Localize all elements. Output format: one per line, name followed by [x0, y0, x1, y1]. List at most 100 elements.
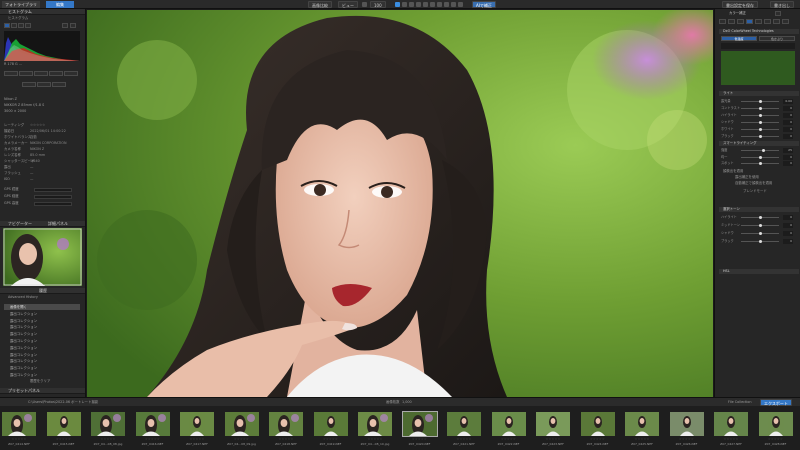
slider-track[interactable]: [741, 240, 779, 243]
local-adjust-icon[interactable]: [423, 2, 428, 7]
filmstrip-thumbnail[interactable]: [91, 412, 125, 436]
rating-stars[interactable]: ☆☆☆☆☆: [314, 437, 348, 441]
rating-stars[interactable]: ☆☆☆☆☆: [625, 437, 659, 441]
rating-stars[interactable]: ☆☆☆☆☆: [759, 437, 793, 441]
history-item[interactable]: 露出コレクション: [4, 358, 80, 364]
slider-knob[interactable]: [762, 149, 766, 152]
rating-stars[interactable]: ☆☆☆☆☆: [47, 437, 81, 441]
filmstrip-thumbnail[interactable]: [180, 412, 214, 436]
gps-input[interactable]: [34, 201, 72, 206]
history-item[interactable]: 露出コレクション: [4, 331, 80, 337]
ai-correct-button[interactable]: AIで補正: [472, 1, 496, 8]
filmstrip-thumbnail[interactable]: [358, 412, 392, 436]
slider-knob[interactable]: [758, 216, 762, 219]
rating-stars[interactable]: ☆☆☆☆☆: [536, 437, 570, 441]
red-channel-button[interactable]: [11, 23, 17, 28]
slider-track[interactable]: [741, 149, 779, 152]
panel-tab-1[interactable]: [719, 19, 726, 24]
panel-tab-5[interactable]: [755, 19, 762, 24]
slider-knob[interactable]: [758, 232, 762, 235]
slider-track[interactable]: [741, 224, 779, 227]
filmstrip-thumbnail[interactable]: [491, 412, 526, 436]
clip-warning-icon-2[interactable]: [70, 23, 76, 28]
file-collection-button[interactable]: File Collection: [728, 400, 752, 405]
rating-stars[interactable]: ☆☆☆☆☆: [91, 437, 125, 441]
grid-icon[interactable]: [444, 2, 449, 7]
green-channel-button[interactable]: [18, 23, 24, 28]
rating-stars[interactable]: ☆☆☆☆☆: [180, 437, 214, 441]
rating-stars[interactable]: ☆☆☆☆☆: [447, 437, 481, 441]
selective-tone-header[interactable]: 選択トーン: [719, 207, 799, 212]
slider-track[interactable]: [741, 162, 779, 165]
slider-track[interactable]: [741, 128, 779, 131]
clip-warning-icon[interactable]: [62, 23, 68, 28]
slider-value-input[interactable]: 0: [783, 106, 793, 111]
filmstrip-thumbnail[interactable]: [401, 411, 438, 437]
rating-stars[interactable]: ☆☆☆☆☆: [403, 437, 437, 441]
slider-knob[interactable]: [758, 162, 762, 165]
auto-face-option[interactable]: 自動補正で顔検出を適用: [735, 181, 772, 186]
tab-edit[interactable]: 編集: [46, 1, 74, 8]
rating-stars[interactable]: ☆☆☆☆☆: [714, 437, 748, 441]
eyedropper-icon[interactable]: [430, 2, 435, 7]
mask-icon[interactable]: [437, 2, 442, 7]
history-item[interactable]: 露出コレクション: [4, 318, 80, 324]
tool-btn-3[interactable]: [52, 82, 66, 87]
preset-btn-4[interactable]: [49, 71, 63, 76]
main-image-view[interactable]: [87, 10, 713, 397]
slider-knob[interactable]: [758, 155, 762, 159]
filmstrip-thumbnail[interactable]: [46, 412, 81, 436]
fit-icon[interactable]: [362, 2, 367, 7]
preset-btn-2[interactable]: [19, 71, 33, 76]
slider-knob[interactable]: [758, 240, 762, 243]
filmstrip-thumbnail[interactable]: [2, 412, 36, 436]
slider-knob[interactable]: [758, 114, 762, 117]
slider-knob[interactable]: [758, 100, 762, 103]
slider-knob[interactable]: [758, 107, 762, 110]
wb-mode-selector[interactable]: [721, 43, 795, 49]
rating-stars[interactable]: ☆☆☆☆☆: [358, 437, 392, 441]
slider-knob[interactable]: [758, 224, 762, 227]
filmstrip-thumbnail[interactable]: [447, 412, 481, 436]
rating-stars[interactable]: ☆☆☆☆☆: [670, 437, 704, 441]
slider-track[interactable]: [741, 216, 779, 219]
gps-input[interactable]: [34, 194, 72, 199]
slider-track[interactable]: [741, 114, 779, 117]
rating-stars[interactable]: ☆☆☆☆☆: [269, 437, 303, 441]
slider-track[interactable]: [741, 100, 779, 103]
export-filmstrip-button[interactable]: エクスポート: [760, 399, 792, 406]
slider-value-input[interactable]: 0.00: [783, 99, 793, 104]
presets-section-header[interactable]: プリセットパネル: [0, 388, 85, 394]
slider-value-input[interactable]: 0: [783, 239, 793, 244]
history-item[interactable]: 露出コレクション: [4, 324, 80, 330]
slider-value-input[interactable]: 0: [783, 127, 793, 132]
history-item[interactable]: 画像を開く: [4, 304, 80, 310]
temperature-button[interactable]: 色温度: [721, 36, 757, 41]
horizon-icon[interactable]: [409, 2, 414, 7]
face-detect-option[interactable]: 顔検出を適用: [723, 169, 743, 174]
slider-track[interactable]: [741, 121, 779, 124]
slider-knob[interactable]: [758, 128, 762, 131]
tab-photo-library[interactable]: フォトライブラリ: [2, 1, 40, 8]
eye-icon[interactable]: [451, 2, 456, 7]
wb-section-header[interactable]: DxO ColorWheel Technologies: [719, 29, 799, 34]
save-export-settings-button[interactable]: 書出設定を保存: [722, 1, 758, 8]
preset-btn-5[interactable]: [64, 71, 78, 76]
slider-value-input[interactable]: 25: [783, 148, 793, 153]
history-item[interactable]: 露出コレクション: [4, 311, 80, 317]
filmstrip-thumbnail[interactable]: [135, 412, 170, 436]
navigator-preview[interactable]: [3, 228, 82, 286]
panel-tab-4[interactable]: [746, 19, 753, 24]
history-item[interactable]: 露出コレクション: [4, 372, 80, 378]
zoom-level[interactable]: 100: [370, 1, 386, 8]
blend-mode-option[interactable]: ブレンドモード: [743, 189, 767, 194]
history-item[interactable]: 露出コレクション: [4, 345, 80, 351]
repair-icon[interactable]: [416, 2, 421, 7]
panel-tab-6[interactable]: [764, 19, 771, 24]
preset-btn-1[interactable]: [4, 71, 18, 76]
search-icon[interactable]: [775, 11, 781, 16]
navigator-section-header[interactable]: ナビゲーター 詳細パネル: [0, 221, 85, 227]
slider-value-input[interactable]: 0: [783, 120, 793, 125]
view-button[interactable]: ビュー: [338, 1, 358, 8]
tool-btn-1[interactable]: [22, 82, 36, 87]
